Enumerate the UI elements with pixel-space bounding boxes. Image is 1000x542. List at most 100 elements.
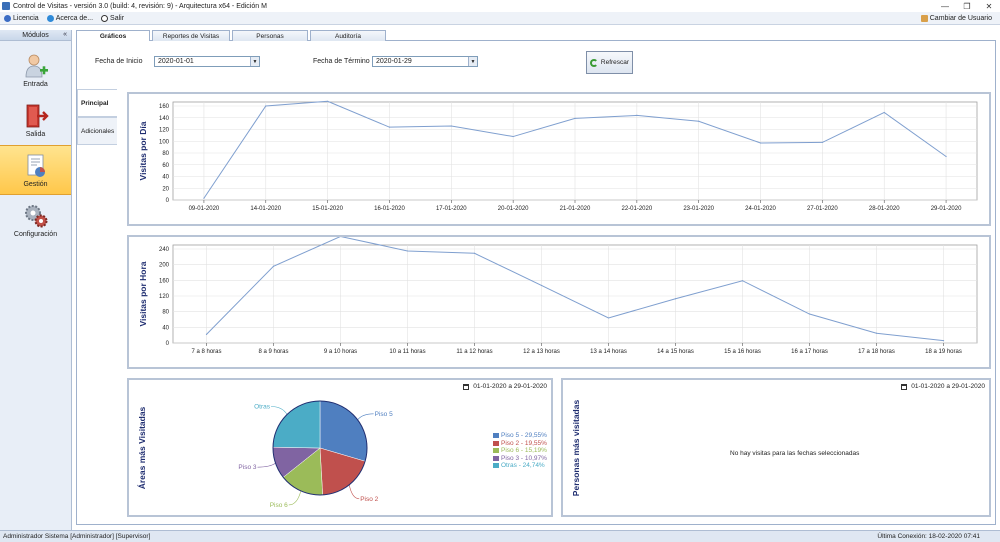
menu-license[interactable]: Licencia: [4, 14, 39, 22]
tab-reportes[interactable]: Reportes de Visitas: [152, 30, 230, 41]
y-tick-label: 20: [162, 186, 169, 192]
legend-swatch: [493, 455, 499, 461]
data-point: [759, 142, 762, 144]
start-date-combo[interactable]: 2020-01-01 ▼: [154, 56, 260, 67]
menu-about[interactable]: Acerca de...: [46, 14, 93, 22]
legend-swatch: [493, 448, 499, 454]
vtab-principal[interactable]: Principal: [77, 89, 117, 117]
hourly-visits-panel: Visitas por Hora 0 40 80 120 160 200 240 7 a 8 h…: [127, 235, 991, 369]
data-point: [406, 250, 409, 252]
info-icon: [46, 14, 54, 22]
data-point: [875, 332, 878, 334]
refresh-label: Refrescar: [600, 59, 630, 66]
x-tick-label: 21-01-2020: [560, 206, 591, 212]
status-last-login: Última Conexión: 18-02-2020 07:41: [877, 533, 980, 540]
pie-leader-line: [357, 413, 374, 421]
x-tick-label: 14-01-2020: [250, 206, 281, 212]
y-axis-label: Visitas por Hora: [138, 261, 148, 326]
pie-slice-label: Piso 5: [375, 411, 393, 418]
data-point: [808, 313, 811, 315]
x-tick-label: 12 a 13 horas: [523, 349, 560, 355]
module-entrada[interactable]: Entrada: [0, 45, 71, 95]
x-tick-label: 14 a 15 horas: [657, 349, 694, 355]
chevron-down-icon[interactable]: ▼: [250, 57, 259, 66]
status-user: Administrador Sistema [Administrador] [S…: [3, 533, 151, 540]
legend-label: Piso 3 - 10,97%: [501, 454, 547, 462]
legend-label: Piso 6 - 15,19%: [501, 447, 547, 455]
y-tick-label: 120: [159, 294, 170, 300]
y-tick-label: 80: [162, 310, 169, 316]
y-tick-label: 160: [159, 104, 170, 110]
menu-bar: Licencia Acerca de... Salir Cambiar de U…: [0, 12, 1000, 25]
sidebar-title: Módulos: [22, 31, 49, 39]
y-tick-label: 60: [162, 163, 169, 169]
tab-strip: Gráficos Reportes de Visitas Personas Au…: [76, 30, 996, 42]
pie-legend: Piso 5 - 29,55% Piso 2 - 19,55% Piso 6 - 1…: [493, 432, 547, 470]
data-point: [607, 317, 610, 319]
people-chart: Personas más visitadas: [571, 400, 581, 497]
vtab-adicionales[interactable]: Adicionales: [77, 117, 117, 145]
module-salida[interactable]: Salida: [0, 95, 71, 145]
people-title: Personas más visitadas: [571, 400, 581, 497]
collapse-icon[interactable]: «: [63, 31, 67, 38]
x-tick-label: 17 a 18 horas: [858, 349, 895, 355]
x-tick-label: 22-01-2020: [621, 206, 652, 212]
end-date-combo[interactable]: 2020-01-29 ▼: [372, 56, 478, 67]
pie-slice-label: Piso 6: [270, 502, 288, 509]
sidebar-header: Módulos «: [0, 30, 71, 41]
pie-leader-line: [257, 462, 276, 468]
x-tick-label: 9 a 10 horas: [324, 349, 357, 355]
minimize-button[interactable]: —: [934, 0, 956, 12]
module-configuracion[interactable]: Configuración: [0, 195, 71, 245]
x-tick-label: 16 a 17 horas: [791, 349, 828, 355]
data-point: [698, 120, 700, 122]
restore-button[interactable]: ❐: [956, 0, 978, 12]
x-tick-label: 10 a 11 horas: [389, 349, 425, 355]
y-tick-label: 140: [159, 116, 170, 122]
menu-exit[interactable]: Salir: [101, 14, 125, 22]
gears-icon: [23, 203, 49, 229]
x-tick-label: 17-01-2020: [436, 206, 467, 212]
y-tick-label: 0: [166, 341, 170, 347]
data-point: [741, 280, 744, 282]
module-entrada-label: Entrada: [23, 80, 48, 88]
legend-label: Piso 5 - 29,55%: [501, 432, 547, 440]
data-point: [821, 141, 823, 144]
refresh-icon: [589, 58, 598, 67]
legend-swatch: [493, 440, 499, 446]
end-date-label: Fecha de Término: [313, 58, 370, 65]
x-tick-label: 18 a 19 horas: [925, 349, 962, 355]
legend-item: Piso 3 - 10,97%: [493, 455, 547, 463]
start-date-value: 2020-01-01: [158, 58, 194, 65]
refresh-button[interactable]: Refrescar: [586, 51, 633, 74]
legend-label: Piso 2 - 19,55%: [501, 439, 547, 447]
chevron-down-icon[interactable]: ▼: [468, 57, 477, 66]
legend-label: Otras - 24,74%: [501, 462, 545, 470]
data-point: [540, 284, 543, 287]
change-user-button[interactable]: Cambiar de Usuario: [920, 12, 992, 25]
tab-auditoria[interactable]: Auditoría: [310, 30, 386, 41]
y-tick-label: 0: [166, 198, 170, 204]
y-tick-label: 100: [159, 139, 170, 145]
areas-panel: 01-01-2020 a 29-01-2020 Áreas más Visita…: [127, 378, 553, 517]
tab-personas[interactable]: Personas: [232, 30, 308, 41]
data-point: [327, 100, 329, 102]
y-tick-label: 40: [162, 175, 169, 181]
menu-exit-label: Salir: [110, 14, 125, 22]
legend-item: Piso 5 - 29,55%: [493, 432, 547, 440]
status-bar: Administrador Sistema [Administrador] [S…: [0, 530, 1000, 542]
y-tick-label: 200: [159, 263, 170, 269]
x-tick-label: 11 a 12 horas: [456, 349, 492, 355]
x-tick-label: 24-01-2020: [745, 206, 776, 212]
y-tick-label: 40: [162, 325, 169, 331]
module-gestion[interactable]: Gestión: [0, 145, 71, 195]
license-icon: [4, 14, 11, 22]
close-button[interactable]: ✕: [978, 0, 1000, 12]
legend-item: Otras - 24,74%: [493, 462, 547, 470]
legend-swatch: [493, 433, 499, 439]
data-point: [450, 125, 452, 127]
y-tick-label: 80: [162, 151, 169, 157]
x-tick-label: 09-01-2020: [189, 206, 220, 212]
data-point: [942, 340, 945, 342]
x-tick-label: 8 a 9 horas: [258, 349, 288, 355]
